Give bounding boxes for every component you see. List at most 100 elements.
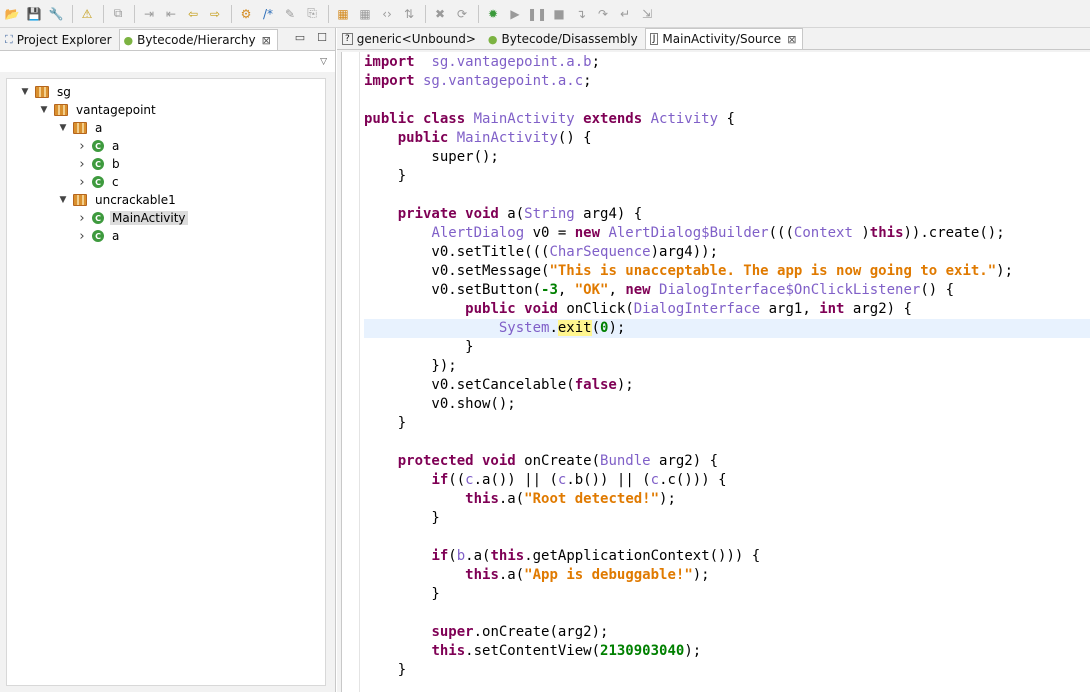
wrench-icon[interactable]: 🔧 <box>46 3 66 25</box>
keyword-token: this <box>869 225 904 241</box>
code-line: } <box>364 167 1090 186</box>
type-token: Bundle <box>600 453 651 469</box>
comment-icon[interactable]: /* <box>258 3 278 25</box>
refresh-icon[interactable]: ⟳ <box>452 3 472 25</box>
code-icon[interactable]: ‹› <box>377 3 397 25</box>
tree-node[interactable]: › Ca <box>7 227 325 245</box>
warning-icon[interactable]: ⚠ <box>77 3 97 25</box>
tree-node[interactable]: ▼ uncrackable1 <box>7 191 325 209</box>
tree-node[interactable]: › C MainActivity <box>7 209 325 227</box>
run-to-line-icon[interactable]: ⇲ <box>637 3 657 25</box>
toolbar-separator <box>478 4 479 23</box>
step-into-icon[interactable]: ↴ <box>571 3 591 25</box>
tab-bytecode-disassembly-label: Bytecode/Disassembly <box>501 32 638 46</box>
tree-node[interactable]: ▼ a <box>7 119 325 137</box>
tree-node[interactable]: › Ca <box>7 137 325 155</box>
tree-node[interactable]: ▼ sg <box>7 83 325 101</box>
delete-icon[interactable]: ✖ <box>430 3 450 25</box>
step-return-icon[interactable]: ↵ <box>615 3 635 25</box>
close-icon[interactable]: ⊠ <box>262 34 271 47</box>
jump-to-icon[interactable]: ⇥ <box>139 3 159 25</box>
open-folder-icon[interactable]: 📂 <box>2 3 22 25</box>
tab-project-explorer[interactable]: ⛶ Project Explorer <box>0 29 119 50</box>
type-token: DialogInterface$OnClickListener <box>659 282 921 298</box>
decompile-icon[interactable]: ⎘ <box>302 3 322 25</box>
code-line: if(b.a(this.getApplicationContext())) { <box>364 547 1090 566</box>
code-token: , <box>557 282 575 298</box>
number-token: 2130903040 <box>600 643 685 659</box>
close-icon[interactable]: ⊠ <box>787 33 796 46</box>
expand-chevron-right-icon[interactable]: › <box>76 175 88 190</box>
pause-icon[interactable]: ❚❚ <box>527 3 547 25</box>
code-line: super.onCreate(arg2); <box>364 623 1090 642</box>
source-editor[interactable]: import sg.vantagepoint.a.b; import sg.van… <box>341 52 1090 692</box>
code-token: v0.setButton( <box>364 282 542 298</box>
expand-chevron-down-icon[interactable]: ▼ <box>57 195 69 205</box>
rename-pencil-icon[interactable]: ✎ <box>280 3 300 25</box>
jump-list-icon[interactable]: ⇤ <box>161 3 181 25</box>
view-menu-bar: ▽ <box>0 50 335 72</box>
code-token: onClick( <box>566 301 634 317</box>
tree-node[interactable]: ▼ vantagepoint <box>7 101 325 119</box>
sort-icon[interactable]: ⇅ <box>399 3 419 25</box>
code-line: v0.setCancelable(false); <box>364 376 1090 395</box>
tree-node-label: a <box>112 139 120 153</box>
code-token: .c())) { <box>659 472 727 488</box>
save-icon[interactable]: 💾 <box>24 3 44 25</box>
tab-bytecode-hierarchy[interactable]: ● Bytecode/Hierarchy ⊠ <box>118 29 278 50</box>
stop-icon[interactable]: ■ <box>549 3 569 25</box>
code-token: } <box>364 510 440 526</box>
expand-chevron-right-icon[interactable]: › <box>76 157 88 172</box>
code-token: ; <box>591 54 601 70</box>
highlighted-token: exit <box>557 320 592 336</box>
tab-generic-unbound[interactable]: ? generic<Unbound> <box>337 28 483 49</box>
code-token: arg4) { <box>574 206 643 222</box>
grid-icon[interactable]: ▦ <box>355 3 375 25</box>
source-code[interactable]: import sg.vantagepoint.a.b; import sg.van… <box>364 53 1090 680</box>
toolbar-separator <box>231 4 232 23</box>
minimize-icon[interactable]: ▭ <box>295 31 305 44</box>
expand-chevron-right-icon[interactable]: › <box>76 211 88 226</box>
expand-chevron-down-icon[interactable]: ▼ <box>57 123 69 133</box>
package-icon[interactable]: ▦ <box>333 3 353 25</box>
code-token: v0.show(); <box>364 396 516 412</box>
expand-chevron-down-icon[interactable]: ▼ <box>38 105 50 115</box>
step-over-icon[interactable]: ↷ <box>593 3 613 25</box>
expand-chevron-right-icon[interactable]: › <box>76 229 88 244</box>
tree-node-label: a <box>95 121 103 135</box>
tree-node-label: a <box>112 229 120 243</box>
xrefs-icon[interactable]: ⚙ <box>236 3 256 25</box>
tree-node[interactable]: › Cc <box>7 173 325 191</box>
keyword-token: public class <box>364 111 474 127</box>
tab-mainactivity-source[interactable]: J MainActivity/Source ⊠ <box>644 28 804 49</box>
tree-node-label: c <box>112 175 119 189</box>
code-token: v0.setTitle((( <box>364 244 550 260</box>
resume-icon[interactable]: ▶ <box>505 3 525 25</box>
expand-chevron-right-icon[interactable]: › <box>76 139 88 154</box>
tree-node[interactable]: › Cb <box>7 155 325 173</box>
tab-bytecode-disassembly[interactable]: ● Bytecode/Disassembly <box>483 28 645 49</box>
view-menu-icon[interactable]: ▽ <box>320 57 327 67</box>
code-token: ); <box>608 320 626 336</box>
editor-gutter <box>342 52 360 692</box>
debug-icon[interactable]: ✹ <box>483 3 503 25</box>
back-arrow-icon[interactable]: ⇦ <box>183 3 203 25</box>
keyword-token: if <box>431 472 449 488</box>
new-window-icon[interactable]: ⧉ <box>108 3 128 25</box>
forward-arrow-icon[interactable]: ⇨ <box>205 3 225 25</box>
code-token: v0.setCancelable( <box>364 377 575 393</box>
code-line: v0.setMessage("This is unacceptable. The… <box>364 262 1090 281</box>
maximize-icon[interactable]: ☐ <box>317 31 327 44</box>
keyword-token: new <box>574 225 609 241</box>
type-token: AlertDialog <box>431 225 525 241</box>
type-token: System <box>498 320 550 336</box>
code-token: .getApplicationContext())) { <box>524 548 761 564</box>
expand-chevron-down-icon[interactable]: ▼ <box>19 87 31 97</box>
code-line: this.a("Root detected!"); <box>364 490 1090 509</box>
keyword-token: false <box>574 377 617 393</box>
